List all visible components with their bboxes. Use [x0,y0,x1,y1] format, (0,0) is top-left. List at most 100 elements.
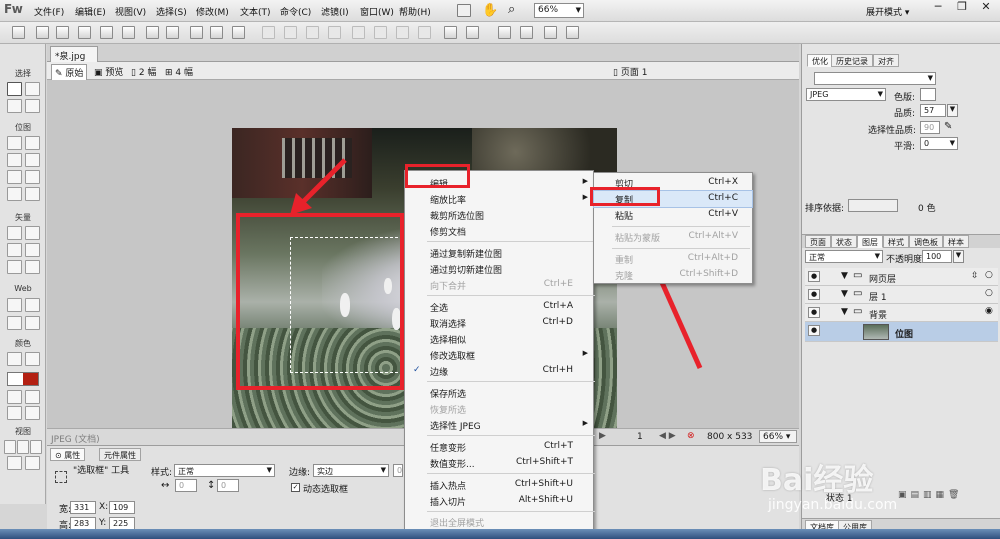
layer-row[interactable]: ● ▼ ▭ 层 1 ○ [805,286,998,304]
expand-icon[interactable]: ▼ [841,289,848,299]
selective-quality-input[interactable]: 90 [920,121,940,134]
open-icon[interactable] [56,26,69,39]
menu-view[interactable]: 视图(V) [115,5,146,18]
fill-swatch-icon[interactable] [7,390,22,404]
cut-icon[interactable] [190,26,203,39]
rotate-right-icon[interactable] [466,26,479,39]
submenu-item-clone[interactable]: 克隆 Ctrl+Shift+D [594,267,752,283]
save-icon[interactable] [36,26,49,39]
tab-history[interactable]: 历史记录 [831,54,873,67]
import-icon[interactable] [78,26,91,39]
tab-properties[interactable]: ⊙ 属性 [50,448,86,461]
knife-tool-icon[interactable] [25,260,40,274]
marquee-tool-icon[interactable] [7,136,22,150]
flip-v-icon[interactable] [520,26,533,39]
menu-item-insert-slice[interactable]: 插入切片 Alt+Shift+U [405,493,593,509]
frame-controls[interactable]: ▶ [599,431,606,441]
menu-item-crop-bitmap[interactable]: 裁剪所选位图 [405,207,593,223]
stroke-fill-color[interactable] [7,372,39,386]
rotate-left-icon[interactable] [444,26,457,39]
brush-tool-icon[interactable] [25,153,40,167]
optimize-preset-select[interactable]: ▼ [814,72,936,85]
zoom-select[interactable]: 66% ▼ [534,3,584,18]
menu-item-merge-down[interactable]: 向下合并 Ctrl+E [405,277,593,293]
menu-window[interactable]: 窗口(W) [360,5,394,18]
eraser-tool-icon[interactable] [25,170,40,184]
split-icon[interactable] [328,26,341,39]
rubber-stamp-icon[interactable] [25,187,40,201]
rectangle-tool-icon[interactable] [7,243,22,257]
style-width-input[interactable]: 0 [175,479,197,492]
fullscreen-menu-icon[interactable] [17,440,29,454]
magic-wand-icon[interactable] [7,153,22,167]
pen-tool-icon[interactable] [25,226,40,240]
submenu-item-duplicate[interactable]: 重制 Ctrl+Alt+D [594,251,752,267]
tab-swatches[interactable]: 样本 [943,235,969,248]
view-4up-button[interactable]: ⊞ 4 幅 [165,65,193,78]
menu-edit[interactable]: 编辑(E) [75,5,106,18]
layer-row-selected[interactable]: ● 位图 [805,322,998,342]
opacity-input[interactable]: 100 [922,250,952,263]
flip-h-icon[interactable] [498,26,511,39]
tab-layers[interactable]: 图层 [857,235,883,248]
document-tab[interactable]: *泉.jpg ✕ [50,46,98,72]
frame-nav-icon[interactable]: ◀ ▶ [659,431,676,441]
tab-palette[interactable]: 调色板 [909,235,943,248]
menu-file[interactable]: 文件(F) [34,5,64,18]
standard-screen-icon[interactable] [4,440,16,454]
menu-item-insert-hotspot[interactable]: 插入热点 Ctrl+Shift+U [405,477,593,493]
hand-tool-icon[interactable] [7,456,22,470]
menu-item-selective-jpeg[interactable]: 选择性 JPEG ▶ [405,417,593,433]
menu-item-modify-marquee[interactable]: 修改选取框 ▶ [405,347,593,363]
tab-optimize[interactable]: 优化 [807,54,833,67]
menu-item-select-similar[interactable]: 选择相似 [405,331,593,347]
menu-item-deselect[interactable]: 取消选择 Ctrl+D [405,315,593,331]
expand-icon[interactable]: ▼ [841,271,848,281]
bring-front-icon[interactable] [352,26,365,39]
status-zoom-select[interactable]: 66% ▾ [759,430,797,443]
copy-icon[interactable] [210,26,223,39]
skew-icon[interactable] [544,26,557,39]
export-format-select[interactable]: JPEG ▼ [806,88,886,101]
edge-amount-input[interactable]: 0 [393,464,403,477]
hotspot-tool-icon[interactable] [7,298,22,312]
menu-item-free-transform[interactable]: 任意变形 Ctrl+T [405,439,593,455]
menu-item-save-selection[interactable]: 保存所选 [405,385,593,401]
eyedropper-icon[interactable] [7,352,22,366]
eye-icon[interactable]: ● [808,325,820,336]
tab-states[interactable]: 状态 [831,235,857,248]
slice-tool-icon[interactable] [25,298,40,312]
x-input[interactable]: 109 [109,501,135,514]
menu-item-select-all[interactable]: 全选 Ctrl+A [405,299,593,315]
view-original-button[interactable]: ✎ 原始 [51,64,88,81]
zoom-tool-icon[interactable] [25,456,40,470]
tab-styles[interactable]: 样式 [883,235,909,248]
close-button[interactable]: ✕ [974,0,998,16]
edge-select[interactable]: 实边 ▼ [313,464,389,477]
join-icon[interactable] [306,26,319,39]
distort-icon[interactable] [566,26,579,39]
width-input[interactable]: 331 [70,501,96,514]
screen-mode-icon[interactable] [457,4,471,17]
menu-item-edges[interactable]: ✓ 边缘 Ctrl+H [405,363,593,379]
hide-slices-icon[interactable] [7,316,22,330]
tab-symbol-properties[interactable]: 元件属性 [99,448,141,461]
subselect-tool-icon[interactable] [25,82,40,96]
page-selector[interactable]: ▯ 页面 1 [613,65,647,78]
crop-tool-icon[interactable] [25,99,40,113]
align-icon[interactable] [396,26,409,39]
menu-item-exit-fullscreen[interactable]: 退出全屏模式 [405,514,593,530]
menu-item-trim-document[interactable]: 修剪文档 [405,223,593,239]
paste-icon[interactable] [232,26,245,39]
blur-tool-icon[interactable] [7,187,22,201]
menu-modify[interactable]: 修改(M) [196,5,229,18]
layer-row[interactable]: ● ▼ ▭ 背景 ◉ [805,304,998,322]
menu-item-bitmap-via-cut[interactable]: 通过剪切新建位图 [405,261,593,277]
freeform-tool-icon[interactable] [7,260,22,274]
menu-help[interactable]: 帮助(H) [399,5,431,18]
sort-select[interactable] [848,199,898,212]
fullscreen-icon[interactable] [30,440,42,454]
minimize-button[interactable]: ─ [926,0,950,16]
menu-commands[interactable]: 命令(C) [280,5,311,18]
quality-slider-toggle[interactable]: ▼ [947,104,958,117]
